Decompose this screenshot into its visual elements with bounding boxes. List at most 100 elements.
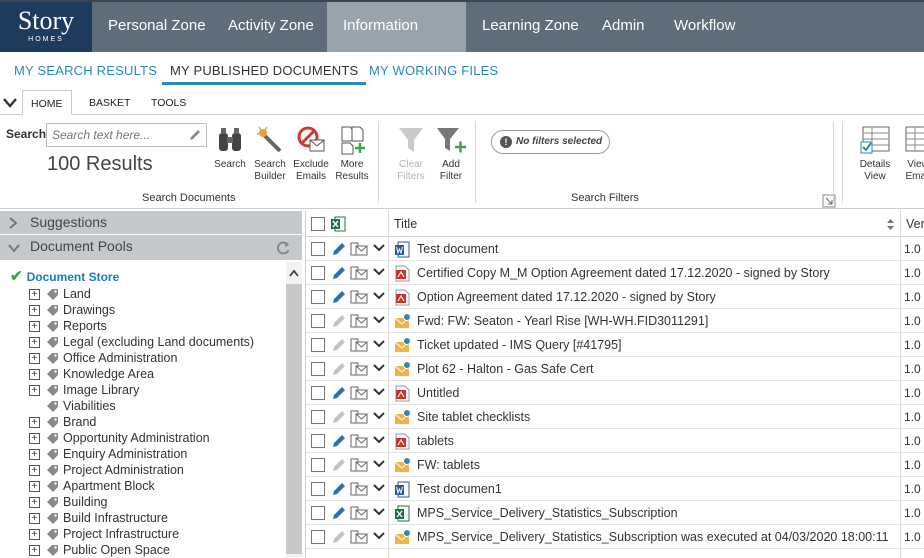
document-title[interactable]: Option Agreement dated 17.12.2020 - sign… <box>417 290 716 304</box>
chevron-down-icon[interactable] <box>373 459 385 469</box>
expand-icon[interactable]: + <box>29 305 40 317</box>
email-document-icon[interactable] <box>350 458 368 472</box>
expand-icon[interactable]: + <box>29 385 40 397</box>
expand-icon[interactable]: + <box>29 321 40 333</box>
table-row[interactable]: Plot 62 - Halton - Gas Safe Cert 1.0 <box>306 357 924 381</box>
excel-export-icon[interactable] <box>331 216 346 232</box>
chevron-down-icon[interactable] <box>373 411 385 421</box>
tree-item[interactable]: + Office Administration <box>29 351 177 367</box>
tab-my-working-files[interactable]: MY WORKING FILES <box>369 63 498 78</box>
tree-item[interactable]: + Reports <box>29 319 107 335</box>
chevron-down-icon[interactable] <box>373 507 385 517</box>
clear-filters-button[interactable]: Clear Filters <box>394 125 428 183</box>
table-row[interactable]: Option Agreement dated 17.12.2020 - sign… <box>306 285 924 309</box>
expand-icon[interactable]: + <box>29 545 40 557</box>
email-document-icon[interactable] <box>350 290 368 304</box>
document-title[interactable]: Untitled <box>417 386 459 400</box>
table-row[interactable]: FW: tablets 1.0 <box>306 453 924 477</box>
document-title[interactable]: Fwd: FW: Seaton - Yearl Rise [WH-WH.FID3… <box>417 314 708 328</box>
tree-root-document-store[interactable]: ✔ Document Store <box>10 267 119 285</box>
edit-icon[interactable] <box>331 289 347 305</box>
more-results-button[interactable]: More Results <box>334 125 370 183</box>
nav-admin[interactable]: Admin <box>586 2 661 52</box>
nav-workflow[interactable]: Workflow <box>658 2 751 52</box>
expand-icon[interactable]: + <box>29 481 40 493</box>
edit-icon[interactable] <box>331 481 347 497</box>
refresh-icon[interactable] <box>276 240 291 255</box>
edit-icon[interactable] <box>331 337 347 353</box>
expand-icon[interactable]: + <box>29 353 40 365</box>
table-row[interactable]: tablets 1.0 <box>306 429 924 453</box>
chevron-down-icon[interactable] <box>373 531 385 541</box>
nav-personal-zone[interactable]: Personal Zone <box>92 2 222 52</box>
tree-item[interactable]: + Enquiry Administration <box>29 447 187 463</box>
tab-my-search-results[interactable]: MY SEARCH RESULTS <box>14 63 157 78</box>
document-pools-header[interactable]: Document Pools <box>0 235 302 260</box>
edit-icon[interactable] <box>331 409 347 425</box>
row-checkbox[interactable] <box>311 266 325 280</box>
ribbon-tab-tools[interactable]: TOOLS <box>151 97 186 109</box>
view-email-button[interactable]: View Email <box>898 125 924 183</box>
sort-icon[interactable] <box>886 218 895 231</box>
edit-icon[interactable] <box>331 313 347 329</box>
chevron-down-icon[interactable] <box>373 243 385 253</box>
table-row[interactable]: Ticket updated - IMS Query [#41795] 1.0 <box>306 333 924 357</box>
column-header-title[interactable]: Title <box>394 217 417 231</box>
chevron-down-icon[interactable] <box>373 387 385 397</box>
table-row[interactable]: MPS_Service_Delivery_Statistics_Subscrip… <box>306 501 924 525</box>
expand-icon[interactable]: + <box>29 513 40 525</box>
edit-icon[interactable] <box>331 361 347 377</box>
edit-icon[interactable] <box>331 241 347 257</box>
chevron-down-icon[interactable] <box>373 339 385 349</box>
expand-icon[interactable]: + <box>29 497 40 509</box>
row-checkbox[interactable] <box>311 482 325 496</box>
table-row[interactable]: Certified Copy M_M Option Agreement date… <box>306 261 924 285</box>
exclude-emails-button[interactable]: Exclude Emails <box>292 125 330 183</box>
ribbon-tab-basket[interactable]: BASKET <box>89 97 130 109</box>
chevron-down-icon[interactable] <box>373 291 385 301</box>
nav-learning-zone[interactable]: Learning Zone <box>466 2 595 52</box>
add-filter-button[interactable]: Add Filter <box>434 125 468 183</box>
tree-item[interactable]: + Build Infrastructure <box>29 511 168 527</box>
email-document-icon[interactable] <box>350 482 368 496</box>
email-document-icon[interactable] <box>350 242 368 256</box>
tree-item[interactable]: + Project Infrastructure <box>29 527 179 543</box>
email-document-icon[interactable] <box>350 410 368 424</box>
table-row[interactable]: Test document 1.0 <box>306 237 924 261</box>
row-checkbox[interactable] <box>311 338 325 352</box>
scrollbar-thumb[interactable] <box>286 284 302 554</box>
expand-icon[interactable]: + <box>29 449 40 461</box>
table-row[interactable]: Site tablet checklists 1.0 <box>306 405 924 429</box>
expand-icon[interactable]: + <box>29 529 40 541</box>
tree-item[interactable]: + Drawings <box>29 303 115 319</box>
row-checkbox[interactable] <box>311 506 325 520</box>
document-title[interactable]: Site tablet checklists <box>417 410 530 424</box>
scroll-up-icon[interactable] <box>289 269 299 277</box>
nav-activity-zone[interactable]: Activity Zone <box>212 2 330 52</box>
row-checkbox[interactable] <box>311 362 325 376</box>
tree-item[interactable]: + Knowledge Area <box>29 367 154 383</box>
row-checkbox[interactable] <box>311 290 325 304</box>
row-checkbox[interactable] <box>311 386 325 400</box>
nav-information-zone[interactable]: Information Zone <box>327 2 466 82</box>
tree-item[interactable]: + Land <box>29 287 91 303</box>
email-document-icon[interactable] <box>350 434 368 448</box>
row-checkbox[interactable] <box>311 242 325 256</box>
details-view-button[interactable]: Details View <box>856 125 894 183</box>
column-header-version[interactable]: Ver <box>906 217 924 231</box>
row-checkbox[interactable] <box>311 530 325 544</box>
search-builder-button[interactable]: Search Builder <box>252 125 288 183</box>
table-row[interactable]: Test documen1 1.0 <box>306 477 924 501</box>
tree-item[interactable]: + Opportunity Administration <box>29 431 210 447</box>
document-title[interactable]: MPS_Service_Delivery_Statistics_Subscrip… <box>417 506 678 520</box>
document-title[interactable]: Test document <box>417 242 498 256</box>
tree-item[interactable]: Viabilities <box>29 399 116 415</box>
search-input[interactable] <box>46 123 207 147</box>
tree-scrollbar[interactable] <box>286 262 302 558</box>
tree-item[interactable]: + Legal (excluding Land documents) <box>29 335 254 351</box>
table-row[interactable]: Untitled 1.0 <box>306 381 924 405</box>
tree-item[interactable]: + Public Open Space <box>29 543 170 558</box>
chevron-down-icon[interactable] <box>373 363 385 373</box>
tab-my-published-documents[interactable]: MY PUBLISHED DOCUMENTS <box>162 63 367 85</box>
chevron-down-icon[interactable] <box>373 483 385 493</box>
